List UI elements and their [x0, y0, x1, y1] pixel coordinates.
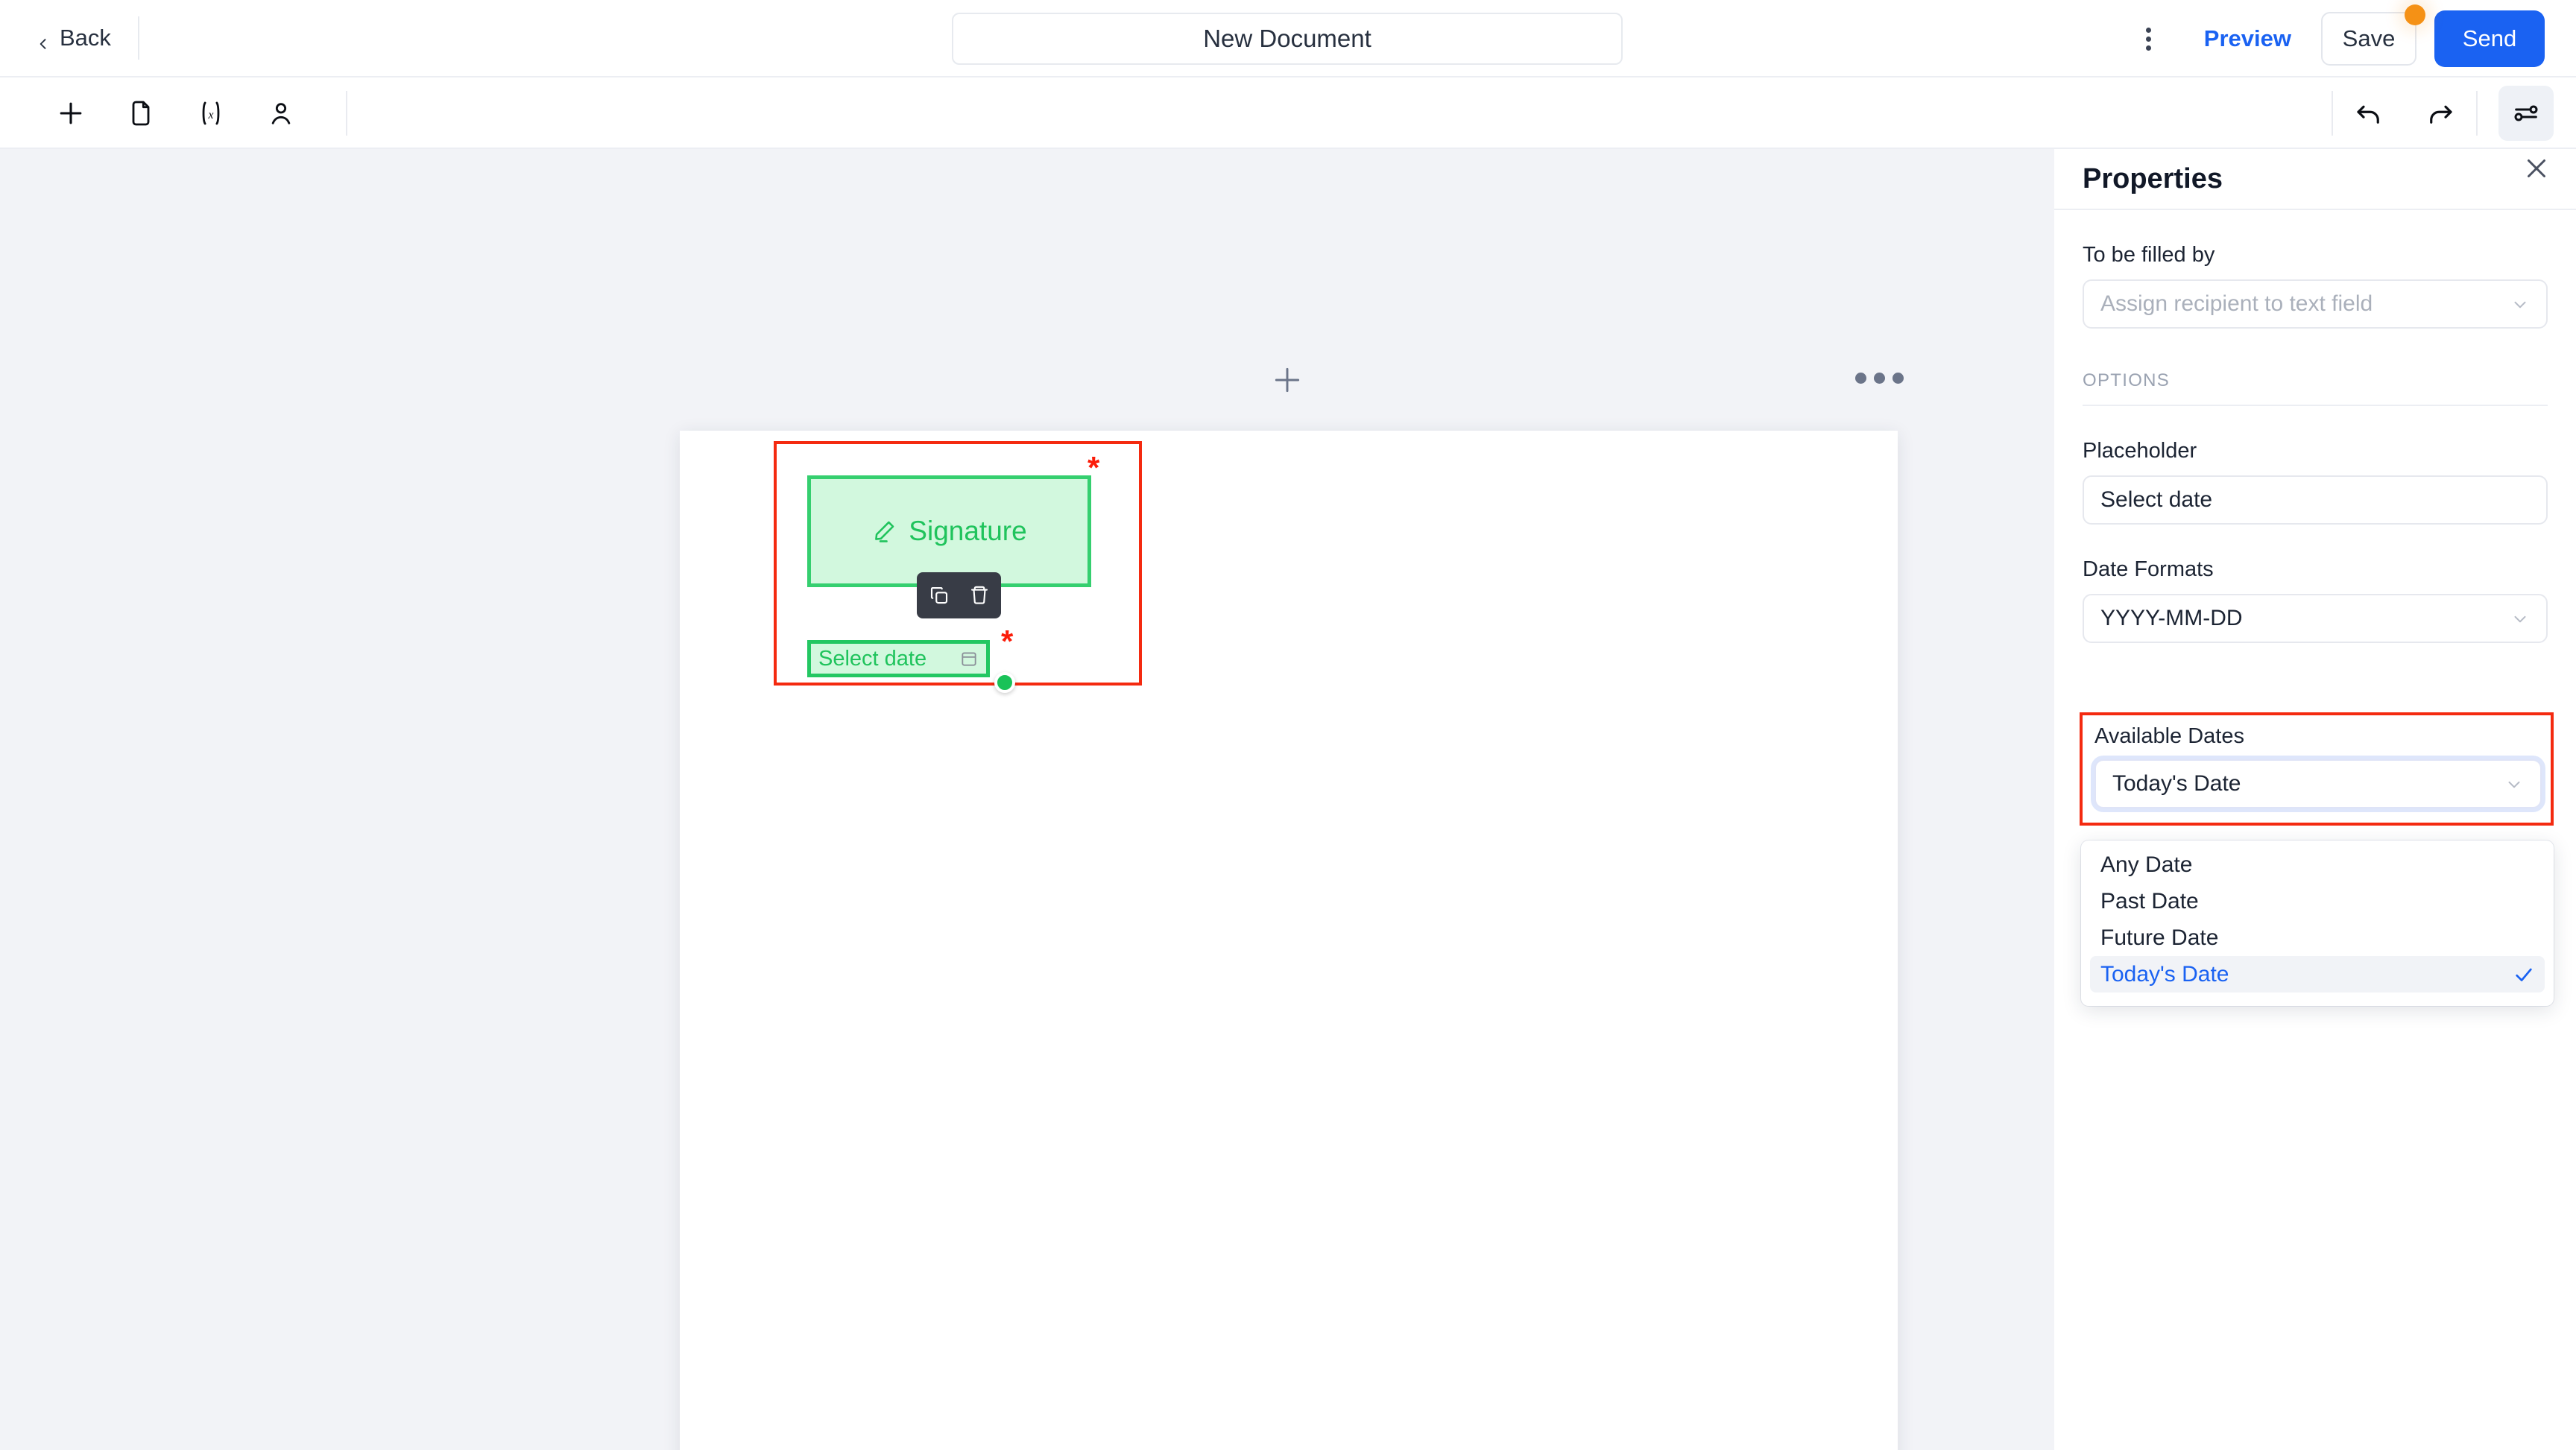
variable-button[interactable]: x: [176, 77, 246, 149]
signature-field-label: Signature: [909, 516, 1027, 546]
more-vertical-icon[interactable]: [2127, 16, 2171, 61]
dropdown-option-future-date[interactable]: Future Date: [2090, 919, 2545, 956]
section-divider: [2083, 405, 2548, 406]
dropdown-option-todays-date[interactable]: Today's Date: [2090, 956, 2545, 992]
send-button[interactable]: Send: [2434, 10, 2545, 67]
copy-icon: [930, 586, 947, 604]
unsaved-changes-dot-icon: [2405, 4, 2425, 25]
available-dates-dropdown: Any Date Past Date Future Date Today's D…: [2081, 840, 2554, 1006]
save-button[interactable]: Save: [2321, 12, 2416, 66]
available-dates-value: Today's Date: [2112, 771, 2241, 796]
editor-toolbar: x: [0, 77, 2576, 149]
date-formats-label: Date Formats: [2083, 557, 2214, 581]
dropdown-option-label: Today's Date: [2100, 961, 2229, 987]
more-horizontal-icon: [1855, 373, 1866, 384]
dropdown-option-any-date[interactable]: Any Date: [2090, 846, 2545, 883]
add-page-button[interactable]: [1271, 364, 1304, 396]
date-formats-select[interactable]: YYYY-MM-DD: [2083, 594, 2548, 643]
to-be-filled-by-select[interactable]: Assign recipient to text field: [2083, 279, 2548, 329]
redo-arrow-icon: [2430, 105, 2452, 124]
save-button-wrap: Save: [2321, 4, 2425, 66]
date-field[interactable]: Select date: [807, 640, 990, 677]
chevron-down-icon: [2514, 301, 2526, 308]
trash-icon: [970, 586, 988, 604]
top-bar: Back Preview Save Send: [0, 0, 2576, 77]
page-menu-button[interactable]: [1855, 373, 1904, 384]
variable-fx-icon: x: [202, 101, 220, 125]
toolbar-divider-left: [346, 91, 347, 136]
date-formats-value: YYYY-MM-DD: [2100, 606, 2243, 630]
to-be-filled-by-value: Assign recipient to text field: [2100, 291, 2373, 316]
recipients-button[interactable]: [246, 77, 316, 149]
properties-panel: Properties To be filled by Assign recipi…: [2054, 149, 2576, 1450]
dropdown-option-past-date[interactable]: Past Date: [2090, 883, 2545, 919]
pen-signature-icon: [875, 521, 894, 542]
properties-header: Properties: [2054, 149, 2576, 210]
plus-icon: [60, 102, 82, 124]
chevron-down-icon: [2508, 781, 2520, 788]
svg-text:x: x: [208, 109, 214, 121]
top-bar-actions: Preview Save Send: [2127, 0, 2545, 77]
toolbar-right-group: [2332, 77, 2576, 149]
to-be-filled-by-label: To be filled by: [2083, 243, 2215, 267]
chevron-left-icon: [36, 31, 51, 49]
dropdown-option-label: Future Date: [2100, 925, 2219, 950]
chevron-down-icon: [2514, 615, 2526, 623]
resize-handle[interactable]: [994, 672, 1015, 693]
app-root: Back Preview Save Send: [0, 0, 2576, 1450]
available-dates-highlight: Available Dates Today's Date: [2080, 712, 2554, 826]
add-element-button[interactable]: [36, 77, 106, 149]
panel-title: Properties: [2083, 162, 2223, 194]
check-icon: [2516, 968, 2532, 981]
properties-body: To be filled by Assign recipient to text…: [2054, 243, 2576, 643]
dropdown-option-label: Past Date: [2100, 888, 2199, 914]
available-dates-label: Available Dates: [2094, 724, 2244, 748]
placeholder-input[interactable]: [2083, 475, 2548, 525]
dropdown-option-label: Any Date: [2100, 852, 2193, 877]
signature-field[interactable]: Signature: [807, 475, 1091, 587]
date-field-label: Select date: [818, 646, 927, 671]
close-panel-button[interactable]: [2521, 153, 2552, 184]
delete-field-button[interactable]: [967, 583, 992, 608]
redo-button[interactable]: [2405, 77, 2476, 149]
duplicate-field-button[interactable]: [926, 583, 952, 608]
options-section-label: OPTIONS: [2083, 370, 2171, 390]
toolbar-left-group: x: [36, 77, 316, 149]
file-icon: [132, 101, 150, 126]
calendar-icon: [962, 652, 976, 666]
undo-button[interactable]: [2333, 77, 2405, 149]
toolbar-divider-settings: [2476, 91, 2478, 136]
date-required-marker: *: [1001, 624, 1014, 659]
document-button[interactable]: [106, 77, 176, 149]
back-button[interactable]: Back: [36, 25, 111, 51]
sliders-icon: [2514, 105, 2538, 121]
panel-settings-button[interactable]: [2498, 86, 2554, 141]
plus-icon: [1275, 367, 1300, 393]
field-mini-toolbar: [917, 572, 1001, 618]
document-title-wrap: [952, 13, 1623, 65]
placeholder-label: Placeholder: [2083, 439, 2197, 463]
available-dates-select[interactable]: Today's Date: [2094, 759, 2542, 808]
top-bar-divider: [137, 16, 139, 60]
preview-button[interactable]: Preview: [2185, 25, 2311, 52]
user-icon: [271, 103, 291, 124]
document-title-input[interactable]: [952, 13, 1623, 65]
undo-arrow-icon: [2357, 105, 2379, 124]
signature-required-marker: *: [1087, 450, 1100, 485]
close-icon: [2528, 159, 2545, 177]
document-canvas: [0, 149, 2054, 1450]
back-label: Back: [60, 25, 111, 51]
